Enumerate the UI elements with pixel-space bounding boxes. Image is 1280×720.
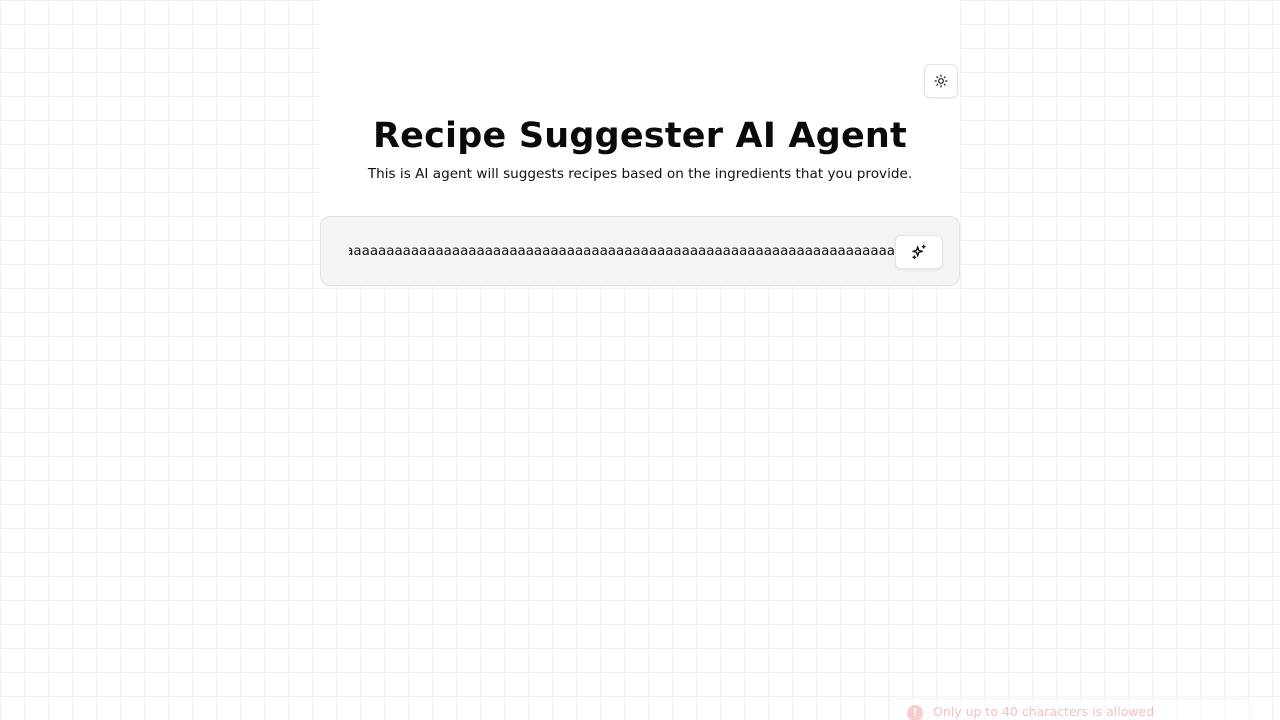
prompt-form <box>320 216 960 286</box>
theme-toggle-button[interactable] <box>924 64 958 98</box>
sparkles-icon <box>911 244 927 260</box>
toast-message: Only up to 40 characters is allowed <box>933 704 1155 719</box>
ingredients-input[interactable] <box>349 239 895 263</box>
alert-circle-icon: ! <box>907 705 923 720</box>
sun-icon <box>934 74 948 88</box>
page-description: This is AI agent will suggests recipes b… <box>367 166 913 182</box>
error-toast: ! Only up to 40 characters is allowed <box>888 698 1252 720</box>
main-container: Recipe Suggester AI Agent This is AI age… <box>320 0 960 300</box>
generate-button[interactable] <box>895 235 943 269</box>
page-title: Recipe Suggester AI Agent <box>373 116 907 156</box>
